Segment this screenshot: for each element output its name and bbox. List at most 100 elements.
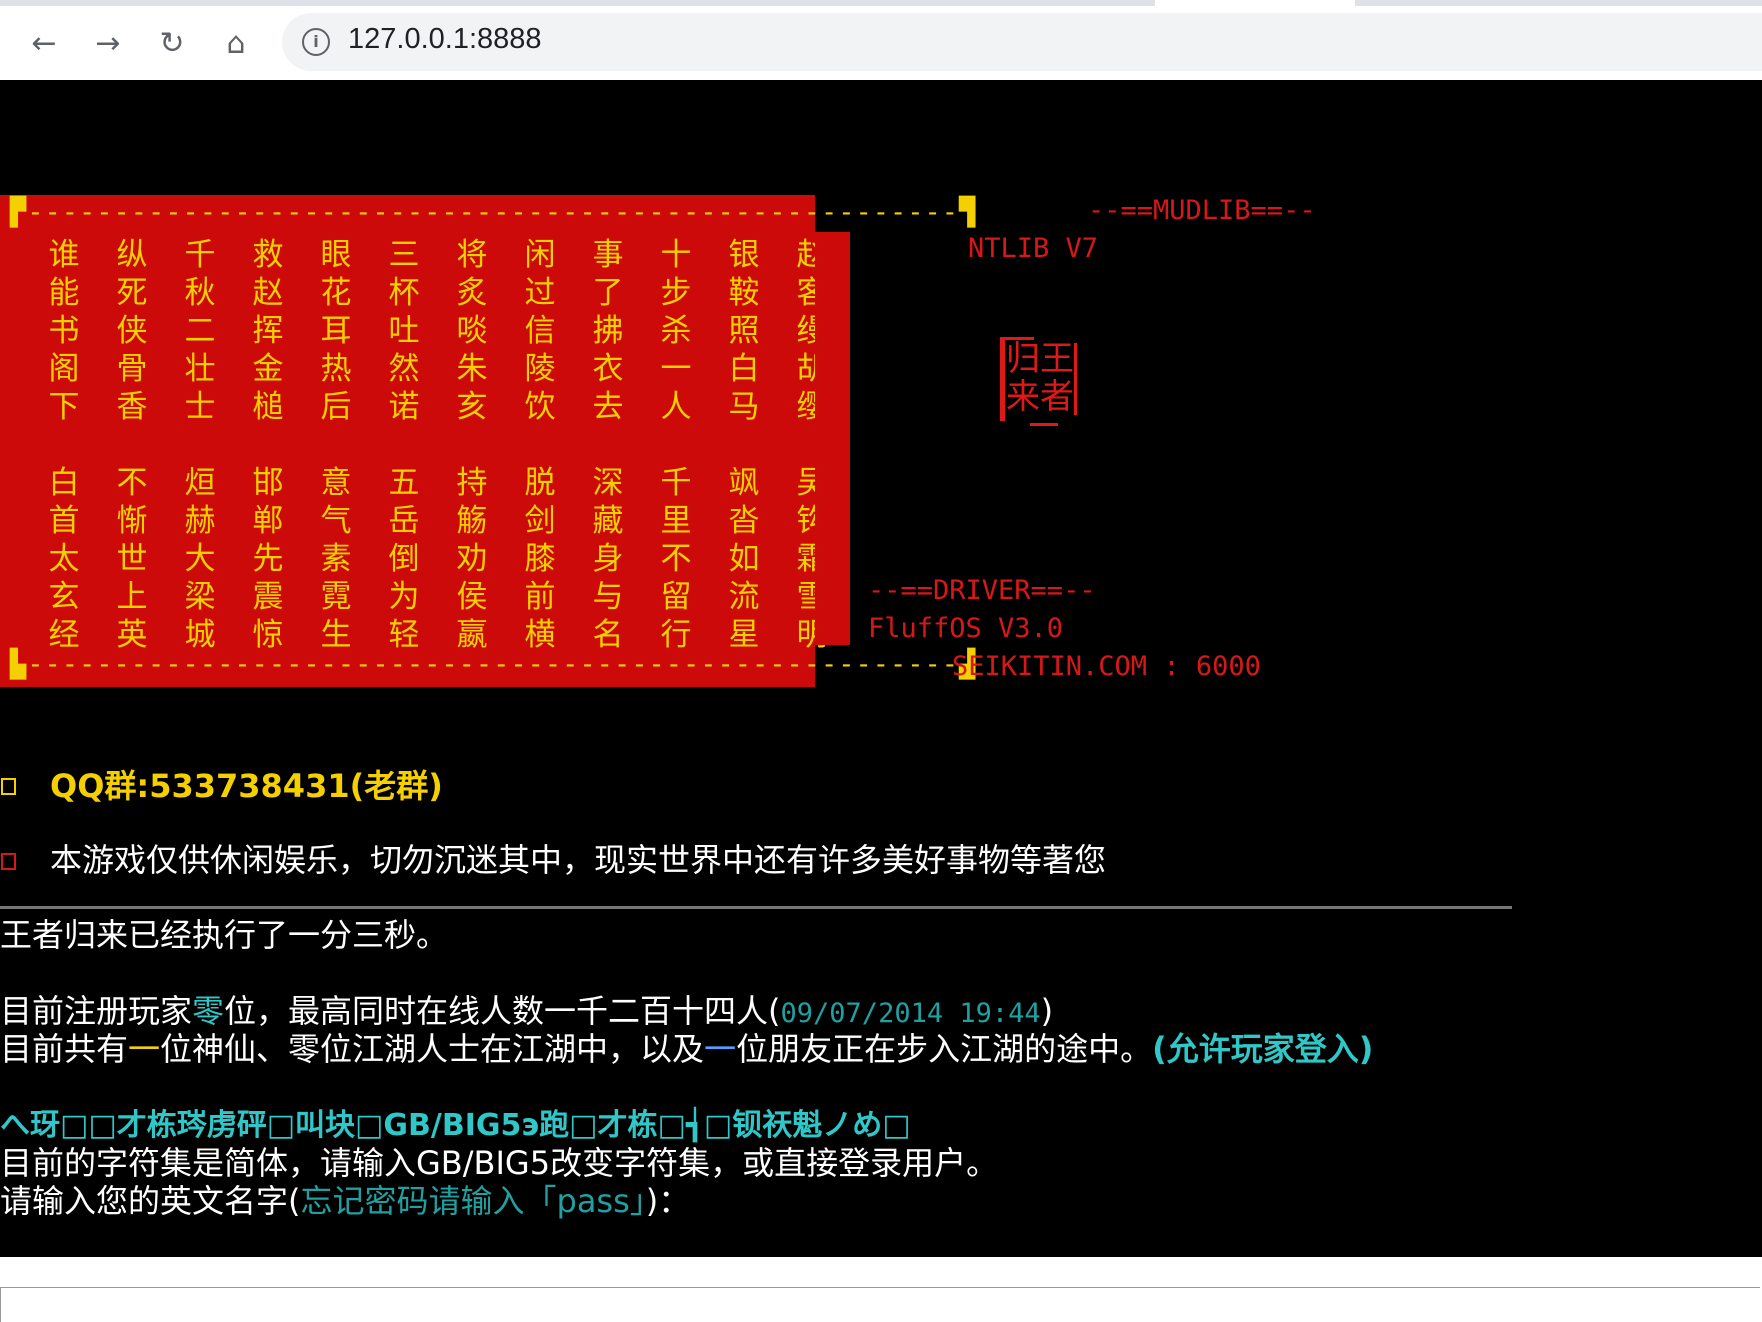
server-host: SEIKITIN.COM : 6000 xyxy=(952,651,1261,682)
poem-char: 如 xyxy=(728,541,760,577)
poem-char: 士 xyxy=(184,389,216,425)
poem-char: 挥 xyxy=(252,313,284,349)
health-bullet-icon xyxy=(1,853,16,870)
poem-char: 行 xyxy=(660,617,692,653)
poem-char: 二 xyxy=(184,313,216,349)
back-arrow-icon: ← xyxy=(31,26,57,61)
poem-char: 白 xyxy=(48,465,80,501)
poem-char: 生 xyxy=(320,617,352,653)
login-prompt: 请输入您的英文名字(忘记密码请输入「pass」)： xyxy=(0,1176,690,1222)
poem-char: 前 xyxy=(524,579,556,615)
poem-char: 白 xyxy=(728,351,760,387)
poem-char: 秋 xyxy=(184,275,216,311)
driver-name: FluffOS V3.0 xyxy=(868,613,1064,644)
tab-strip xyxy=(0,0,1762,6)
poem-char: 飒 xyxy=(728,465,760,501)
health-notice: 本游戏仅供休闲娱乐，切勿沉迷其中，现实世界中还有许多美好事物等著您 xyxy=(50,841,1107,879)
poem-char: 阁 xyxy=(48,351,80,387)
poem-char: 为 xyxy=(388,579,420,615)
home-button[interactable]: ⌂ xyxy=(214,22,258,66)
home-icon: ⌂ xyxy=(226,26,246,61)
poem-char: 然 xyxy=(388,351,420,387)
active-tab[interactable] xyxy=(1155,0,1355,6)
poem-char: 谁 xyxy=(48,237,80,273)
poem-char: 杯 xyxy=(388,275,420,311)
qq-bullet-icon xyxy=(1,778,16,795)
poem-block-2: 白不烜邯意五持脱深千飒吴首惭赫郸气岳觞剑藏里沓钩太世大先素倒劝膝身不如霜玄上梁震… xyxy=(30,457,846,653)
poem-char: 星 xyxy=(728,617,760,653)
poem-char: 身 xyxy=(592,541,624,577)
poem-char: 衣 xyxy=(592,351,624,387)
poem-char: 留 xyxy=(660,579,692,615)
poem-char: 上 xyxy=(116,579,148,615)
poem-char: 纵 xyxy=(116,237,148,273)
poem-char: 持 xyxy=(456,465,488,501)
poem-char: 名 xyxy=(592,617,624,653)
uptime-text: 王者归来已经执行了一分三秒。 xyxy=(0,916,449,954)
poem-char: 十 xyxy=(660,237,692,273)
poem-char: 信 xyxy=(524,313,556,349)
poem-char: 将 xyxy=(456,237,488,273)
poem-char: 侠 xyxy=(116,313,148,349)
poem-char: 步 xyxy=(660,275,692,311)
online-gods-count: 一 xyxy=(128,1030,161,1068)
poem-char: 英 xyxy=(116,617,148,653)
online-prefix: 目前共有 xyxy=(0,1030,129,1068)
input-area xyxy=(0,1257,1762,1322)
poem-char: 霓 xyxy=(320,579,352,615)
poem-char: 救 xyxy=(252,237,284,273)
poem-char: 不 xyxy=(660,541,692,577)
poem-char: 梁 xyxy=(184,579,216,615)
poem-char: 千 xyxy=(660,465,692,501)
poem-char: 人 xyxy=(660,389,692,425)
forward-button[interactable]: → xyxy=(86,22,130,66)
online-friends-count: 一 xyxy=(704,1030,737,1068)
mudlib-name: NTLIB V7 xyxy=(968,233,1099,264)
login-allowed-status: (允许玩家登入) xyxy=(1152,1030,1374,1068)
reload-icon: ↻ xyxy=(159,26,185,61)
poem-char: 去 xyxy=(592,389,624,425)
poem-char: 能 xyxy=(48,275,80,311)
poem-char: 三 xyxy=(388,237,420,273)
address-bar[interactable]: i 127.0.0.1:8888 xyxy=(282,13,1762,71)
qq-group-notice: QQ群:533738431(老群) xyxy=(50,767,443,805)
poem-char: 过 xyxy=(524,275,556,311)
divider xyxy=(0,906,1512,909)
poem-char: 金 xyxy=(252,351,284,387)
poem-char: 世 xyxy=(116,541,148,577)
poem-char: 玄 xyxy=(48,579,80,615)
game-logo: 归王 来者 xyxy=(1000,335,1080,426)
poem-char: 横 xyxy=(524,617,556,653)
poem-char: 岳 xyxy=(388,503,420,539)
poem-char: 觞 xyxy=(456,503,488,539)
site-info-icon[interactable]: i xyxy=(302,28,330,56)
back-button[interactable]: ← xyxy=(22,22,66,66)
online-mid: 位神仙、零位江湖人士在江湖中，以及 xyxy=(160,1030,705,1068)
poem-char: 惭 xyxy=(116,503,148,539)
poem-char: 下 xyxy=(48,389,80,425)
poem-char: 眼 xyxy=(320,237,352,273)
poem-char: 震 xyxy=(252,579,284,615)
mudlib-header: --==MUDLIB==-- xyxy=(1088,195,1316,226)
poem-char: 里 xyxy=(660,503,692,539)
poem-char: 热 xyxy=(320,351,352,387)
poem-char: 流 xyxy=(728,579,760,615)
command-input[interactable] xyxy=(0,1287,1760,1322)
poem-char: 剑 xyxy=(524,503,556,539)
poem-char: 后 xyxy=(320,389,352,425)
url-text[interactable]: 127.0.0.1:8888 xyxy=(348,23,542,56)
poem-char: 书 xyxy=(48,313,80,349)
reload-button[interactable]: ↻ xyxy=(150,22,194,66)
browser-toolbar: ← → ↻ ⌂ i 127.0.0.1:8888 xyxy=(0,0,1762,81)
banner-border-top: ▛---------------------------------------… xyxy=(10,197,977,228)
poem-char: 银 xyxy=(728,237,760,273)
poem-char: 闲 xyxy=(524,237,556,273)
poem-char: 啖 xyxy=(456,313,488,349)
login-prefix: 请输入您的英文名字( xyxy=(0,1182,301,1220)
poem-char: 膝 xyxy=(524,541,556,577)
driver-header: --==DRIVER==-- xyxy=(868,575,1096,606)
forward-arrow-icon: → xyxy=(95,26,121,61)
poem-char: 诺 xyxy=(388,389,420,425)
poem-char: 素 xyxy=(320,541,352,577)
poem-char: 先 xyxy=(252,541,284,577)
